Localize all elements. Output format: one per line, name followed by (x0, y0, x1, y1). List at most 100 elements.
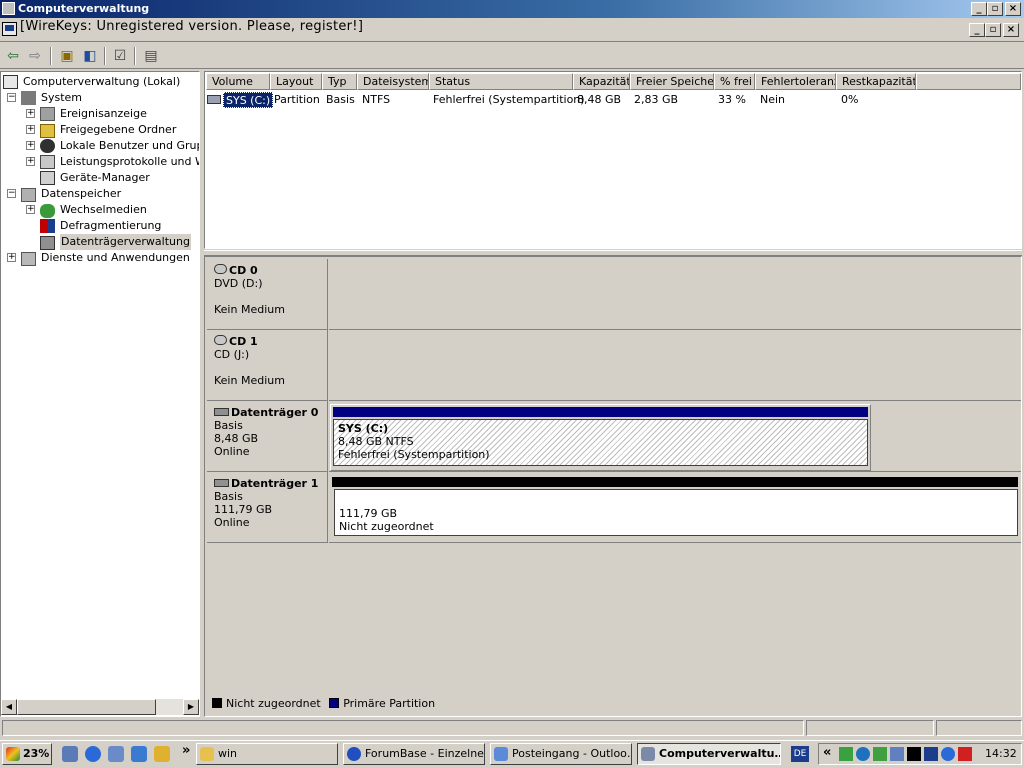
disk-drive: CD (J:) (214, 348, 250, 361)
expand-icon[interactable]: + (26, 109, 35, 118)
display-icon[interactable] (890, 747, 904, 761)
partition-name: SYS (C:) (338, 422, 389, 435)
tree-label: Freigegebene Ordner (60, 123, 177, 136)
column-header[interactable]: Kapazität (573, 73, 630, 90)
clock[interactable]: 14:32 (985, 747, 1017, 760)
column-header[interactable]: Typ (322, 73, 357, 90)
column-header-empty (916, 73, 1021, 90)
removable-storage-icon (40, 204, 55, 218)
column-header[interactable]: Status (429, 73, 573, 90)
expand-icon[interactable]: + (7, 253, 16, 262)
explorer-icon[interactable] (131, 746, 147, 762)
column-header[interactable]: Freier Speicher (630, 73, 714, 90)
taskbar-button-computerverwaltung[interactable]: Computerverwaltu… (637, 743, 781, 765)
system-tools-icon (21, 91, 36, 105)
mmc-document-icon[interactable] (2, 22, 17, 36)
close-button[interactable]: × (1005, 2, 1021, 16)
taskbar-button-win[interactable]: win (196, 743, 338, 765)
network-icon[interactable] (839, 747, 853, 761)
expand-icon[interactable]: + (26, 125, 35, 134)
disk-info-disk0[interactable]: Datenträger 0 Basis 8,48 GB Online (207, 401, 328, 472)
taskbar: 23% » win ForumBase - Einzelne… Posteing… (0, 740, 1024, 768)
security-icon[interactable] (958, 747, 972, 761)
internet-explorer-icon[interactable] (85, 746, 101, 762)
console-icon[interactable] (907, 747, 921, 761)
show-desktop-icon[interactable] (62, 746, 78, 762)
collapse-icon[interactable]: − (7, 189, 16, 198)
scroll-thumb[interactable] (17, 699, 156, 715)
disk-type: Basis (214, 490, 243, 503)
column-header[interactable]: Fehlertoleranz (755, 73, 836, 90)
app-tray-icon[interactable] (924, 747, 938, 761)
hard-disk-icon (214, 408, 229, 416)
taskbar-button-label: win (218, 747, 238, 760)
messenger-icon[interactable] (856, 747, 870, 761)
notepad-icon[interactable] (154, 746, 170, 762)
cell-dateisystem: NTFS (362, 93, 391, 106)
cell-typ: Basis (326, 93, 355, 106)
tree-label: Dienste und Anwendungen (41, 251, 190, 264)
quicklaunch-chevron[interactable]: » (182, 743, 190, 758)
cell-layout: Partition (274, 93, 320, 106)
restore-button[interactable]: ▫ (987, 2, 1003, 16)
back-arrow-icon[interactable]: ⇦ (3, 46, 23, 66)
disk-type: Basis (214, 419, 243, 432)
minimize-button[interactable]: _ (971, 2, 987, 16)
tree-label: Ereignisanzeige (60, 107, 147, 120)
scroll-left-icon[interactable]: ◀ (1, 699, 17, 715)
cell-volume[interactable]: SYS (C:) (223, 92, 274, 108)
taskbar-button-outlook[interactable]: Posteingang - Outloo… (490, 743, 632, 765)
show-hide-tree-icon[interactable]: ◧ (80, 46, 100, 66)
cell-status: Fehlerfrei (Systempartition) (433, 93, 585, 106)
child-minimize-button[interactable]: _ (969, 23, 985, 37)
taskbar-button-forumbase[interactable]: ForumBase - Einzelne… (343, 743, 485, 765)
expand-icon[interactable]: + (26, 205, 35, 214)
column-header[interactable]: Layout (270, 73, 322, 90)
outlook-icon[interactable] (108, 746, 124, 762)
disk-info-disk1[interactable]: Datenträger 1 Basis 111,79 GB Online (207, 472, 328, 543)
legend: Nicht zugeordnet Primäre Partition (207, 694, 1019, 714)
folder-icon (200, 747, 214, 761)
column-header[interactable]: Restkapazität (836, 73, 916, 90)
console-tree: Computerverwaltung (Lokal) − System + Er… (0, 71, 200, 717)
child-restore-button[interactable]: ▫ (985, 23, 1001, 37)
disk-info-cd0[interactable]: CD 0 DVD (D:) Kein Medium (207, 259, 328, 330)
disk-graphical-view: CD 0 DVD (D:) Kein Medium CD 1 CD (J:) K… (204, 256, 1022, 717)
primary-partition-bar (333, 407, 868, 417)
tray-chevron[interactable]: « (823, 745, 831, 760)
disk-size: 111,79 GB (214, 503, 273, 516)
disk-info-cd1[interactable]: CD 1 CD (J:) Kein Medium (207, 330, 328, 401)
monitor-icon[interactable] (873, 747, 887, 761)
collapse-icon[interactable]: − (7, 93, 16, 102)
tree-horizontal-scrollbar[interactable]: ◀ ▶ (1, 699, 199, 715)
column-header[interactable]: Dateisystem (357, 73, 429, 90)
column-header[interactable]: % frei (714, 73, 755, 90)
forward-arrow-icon[interactable]: ⇨ (25, 46, 45, 66)
partition-body[interactable]: 111,79 GB Nicht zugeordnet (334, 489, 1018, 536)
start-cpu-button[interactable]: 23% (2, 743, 52, 765)
language-indicator[interactable]: DE (791, 746, 809, 762)
volume-icon (207, 95, 221, 104)
legend-swatch-unallocated (212, 698, 222, 708)
partition-unallocated[interactable]: 111,79 GB Nicht zugeordnet (330, 475, 1020, 541)
expand-icon[interactable]: + (26, 157, 35, 166)
expand-icon[interactable]: + (26, 141, 35, 150)
title-bar[interactable]: Computerverwaltung _ ▫ × (0, 0, 1024, 18)
system-tray: « 14:32 (818, 743, 1022, 765)
tree-label: Wechselmedien (60, 203, 147, 216)
help-tray-icon[interactable] (941, 747, 955, 761)
taskbar-button-label: ForumBase - Einzelne… (365, 747, 485, 760)
partition-body[interactable]: SYS (C:) 8,48 GB NTFS Fehlerfrei (System… (333, 419, 868, 466)
tree-label: System (41, 91, 83, 104)
toolbar-separator (134, 47, 136, 65)
scroll-right-icon[interactable]: ▶ (183, 699, 199, 715)
up-folder-icon[interactable]: ▣ (57, 46, 77, 66)
partition-sys-c[interactable]: SYS (C:) 8,48 GB NTFS Fehlerfrei (System… (330, 404, 871, 471)
disk-name: Datenträger 0 (231, 406, 319, 419)
help-icon[interactable]: ▤ (141, 46, 161, 66)
users-icon (40, 139, 55, 153)
child-close-button[interactable]: × (1003, 23, 1019, 37)
partition-size: 111,79 GB (339, 507, 398, 520)
column-header[interactable]: Volume (206, 73, 270, 90)
properties-icon[interactable]: ☑ (110, 46, 130, 66)
